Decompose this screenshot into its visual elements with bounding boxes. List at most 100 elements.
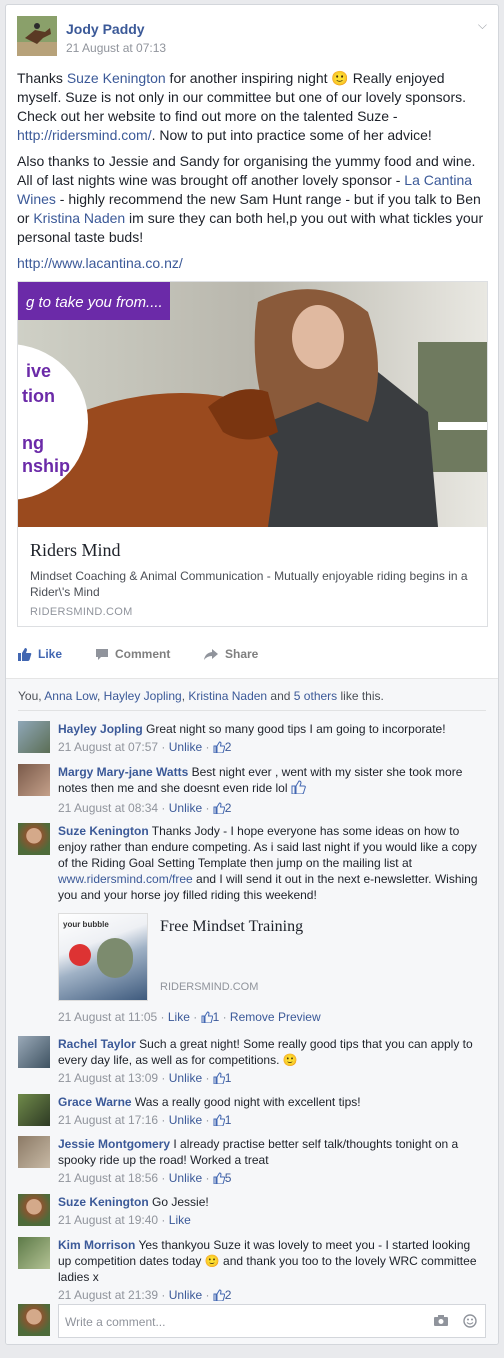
commenter-name[interactable]: Suze Kenington: [58, 1195, 149, 1209]
my-avatar[interactable]: [18, 1304, 50, 1336]
comment-input[interactable]: Write a comment...: [58, 1304, 486, 1338]
thumbs-up-emoticon-icon: [291, 780, 307, 798]
comment-time[interactable]: 21 August at 18:56: [58, 1171, 158, 1185]
post-card: Jody Paddy 21 August at 07:13 ⌵ Thanks S…: [5, 4, 499, 1345]
comment-message: Go Jessie!: [148, 1195, 209, 1209]
commenter-avatar[interactable]: [18, 1094, 50, 1126]
circle-text-4: nship: [22, 456, 70, 476]
comment-body: Jessie Montgomery I already practise bet…: [58, 1136, 486, 1188]
like-count[interactable]: 5: [225, 1171, 232, 1185]
link-preview-title[interactable]: Riders Mind: [30, 540, 121, 561]
thumbs-up-icon: [201, 1011, 213, 1027]
like-count[interactable]: 1: [213, 1010, 220, 1024]
commenter-name[interactable]: Margy Mary-jane Watts: [58, 765, 188, 779]
emoji-icon[interactable]: [463, 1314, 477, 1328]
banner-text: g to take you from....: [26, 294, 163, 311]
unlike-link[interactable]: Unlike: [169, 1288, 202, 1302]
comment-text: Suze Kenington Thanks Jody - I hope ever…: [58, 823, 486, 903]
commenter-name[interactable]: Grace Warne: [58, 1095, 132, 1109]
commenter-name[interactable]: Jessie Montgomery: [58, 1137, 170, 1151]
comment-text: Rachel Taylor Such a great night! Some r…: [58, 1036, 486, 1068]
like-count[interactable]: 2: [225, 1288, 232, 1302]
post-timestamp[interactable]: 21 August at 07:13: [66, 41, 166, 55]
comment-text: Grace Warne Was a really good night with…: [58, 1094, 486, 1110]
link-preview-image: g to take you from.... ive tion ng nship: [18, 282, 487, 527]
chevron-down-icon[interactable]: ⌵: [478, 18, 487, 33]
circle-text-3: ng: [22, 433, 44, 453]
likers-others-link[interactable]: 5 others: [294, 689, 337, 703]
link-ridersmind-free[interactable]: www.ridersmind.com/free: [58, 872, 193, 886]
remove-preview-link[interactable]: Remove Preview: [230, 1010, 321, 1024]
commenter-name[interactable]: Kim Morrison: [58, 1238, 135, 1252]
thumbs-up-icon: [18, 648, 32, 661]
comment-time[interactable]: 21 August at 21:39: [58, 1288, 158, 1302]
commenter-avatar[interactable]: [18, 1237, 50, 1269]
like-count[interactable]: 1: [225, 1113, 232, 1127]
post-paragraph-1: Thanks Suze Kenington for another inspir…: [17, 69, 487, 145]
unlike-link[interactable]: Unlike: [169, 801, 202, 815]
comment-message: Was a really good night with excellent t…: [131, 1095, 361, 1109]
commenter-avatar[interactable]: [18, 1036, 50, 1068]
comment-time[interactable]: 21 August at 13:09: [58, 1071, 158, 1085]
commenter-name[interactable]: Hayley Jopling: [58, 722, 143, 736]
comment-time[interactable]: 21 August at 07:57: [58, 740, 158, 754]
thumbs-up-icon: [213, 1289, 225, 1305]
liker-kristina-naden[interactable]: Kristina Naden: [188, 689, 267, 703]
divider: [18, 710, 486, 711]
comment-text: Jessie Montgomery I already practise bet…: [58, 1136, 486, 1168]
liker-anna-low[interactable]: Anna Low: [44, 689, 97, 703]
comment-body: Suze Kenington Go Jessie! 21 August at 1…: [58, 1194, 486, 1228]
preview-thumbnail: your bubble: [58, 913, 148, 1001]
commenter-name[interactable]: Suze Kenington: [58, 824, 149, 838]
circle-text-2: tion: [22, 386, 55, 406]
commenter-avatar[interactable]: [18, 1194, 50, 1226]
comment-meta: 21 August at 07:57 · Unlike · 2: [58, 739, 486, 757]
unlike-link[interactable]: Unlike: [169, 1171, 202, 1185]
like-count[interactable]: 2: [225, 740, 232, 754]
liker-hayley-jopling[interactable]: Hayley Jopling: [104, 689, 182, 703]
unlike-link[interactable]: Unlike: [169, 1071, 202, 1085]
composer-icons: [433, 1314, 477, 1328]
like-button[interactable]: Like: [17, 647, 62, 661]
play-icon: [69, 944, 91, 966]
unlike-link[interactable]: Unlike: [169, 740, 202, 754]
horse-jump-photo: [17, 16, 57, 56]
comment-body: Suze Kenington Thanks Jody - I hope ever…: [58, 823, 486, 1027]
preview-domain: RIDERSMIND.COM: [160, 981, 259, 993]
link-lacantina[interactable]: http://www.lacantina.co.nz/: [17, 255, 183, 271]
comment-link-preview[interactable]: your bubble Free Mindset Training RIDERS…: [58, 913, 358, 1001]
comment-time[interactable]: 21 August at 08:34: [58, 801, 158, 815]
preview-title[interactable]: Free Mindset Training: [160, 919, 303, 935]
comment-time[interactable]: 21 August at 17:16: [58, 1113, 158, 1127]
link-ridersmind[interactable]: http://ridersmind.com/: [17, 127, 152, 143]
link-preview-description: Mindset Coaching & Animal Communication …: [30, 569, 468, 599]
comment-time[interactable]: 21 August at 11:05: [58, 1010, 157, 1024]
unlike-link[interactable]: Unlike: [169, 1113, 202, 1127]
comment-text: Margy Mary-jane Watts Best night ever , …: [58, 764, 486, 798]
post-text: Thanks Suze Kenington for another inspir…: [17, 69, 487, 280]
comment-label: Comment: [115, 647, 171, 661]
tag-suze-kenington[interactable]: Suze Kenington: [67, 70, 166, 86]
tag-kristina-naden[interactable]: Kristina Naden: [33, 210, 125, 226]
commenter-avatar[interactable]: [18, 1136, 50, 1168]
commenter-avatar[interactable]: [18, 764, 50, 796]
like-count[interactable]: 1: [225, 1071, 232, 1085]
comment-time[interactable]: 21 August at 19:40: [58, 1213, 158, 1227]
like-link[interactable]: Like: [168, 1010, 190, 1024]
like-link[interactable]: Like: [169, 1213, 191, 1227]
share-label: Share: [225, 647, 259, 661]
commenter-avatar[interactable]: [18, 823, 50, 855]
comment-meta: 21 August at 11:05 · Like · 1 · Remove P…: [58, 1009, 486, 1027]
comment-button[interactable]: Comment: [95, 647, 170, 661]
commenter-name[interactable]: Rachel Taylor: [58, 1037, 136, 1051]
comment-body: Kim Morrison Yes thankyou Suze it was lo…: [58, 1237, 486, 1305]
comment-composer: Write a comment...: [18, 1304, 486, 1340]
link-preview-card[interactable]: g to take you from.... ive tion ng nship…: [17, 281, 488, 627]
author-avatar[interactable]: [17, 16, 57, 56]
share-button[interactable]: Share: [203, 647, 258, 661]
like-count[interactable]: 2: [225, 801, 232, 815]
post-author[interactable]: Jody Paddy: [66, 21, 145, 37]
camera-icon[interactable]: [433, 1314, 449, 1327]
horse-thumbnail: [97, 938, 133, 978]
commenter-avatar[interactable]: [18, 721, 50, 753]
